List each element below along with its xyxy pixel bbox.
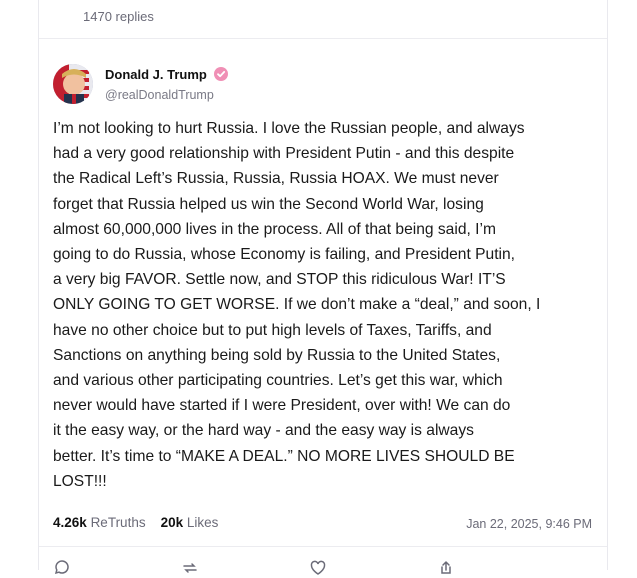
- verified-badge-icon: [214, 67, 229, 81]
- share-button[interactable]: [437, 558, 565, 578]
- retruth-button[interactable]: [181, 558, 309, 578]
- timestamp[interactable]: Jan 22, 2025, 9:46 PM: [466, 517, 592, 531]
- author-name[interactable]: Donald J. Trump: [105, 67, 229, 82]
- reply-button[interactable]: [53, 558, 181, 578]
- author-handle[interactable]: @realDonaldTrump: [105, 88, 214, 102]
- reply-icon: [54, 560, 69, 575]
- divider: [39, 38, 607, 39]
- share-icon: [441, 560, 451, 574]
- retruths-count: 4.26k: [53, 515, 87, 530]
- likes-label: Likes: [186, 515, 219, 530]
- avatar-image: [53, 64, 93, 104]
- divider: [39, 546, 607, 547]
- like-button[interactable]: [309, 558, 437, 578]
- avatar[interactable]: [53, 64, 93, 104]
- action-bar: [53, 558, 597, 578]
- engagement-stats: 4.26k ReTruths 20k Likes: [53, 515, 218, 530]
- reply-count[interactable]: 1470 replies: [83, 9, 154, 24]
- retruth-icon: [183, 563, 197, 573]
- like-icon: [310, 560, 326, 575]
- post-card: 1470 replies Donald J. Trump @realDonald…: [38, 0, 608, 575]
- likes-stat[interactable]: 20k Likes: [161, 515, 219, 530]
- likes-count: 20k: [160, 515, 184, 530]
- post-text: I’m not looking to hurt Russia. I love t…: [53, 120, 541, 490]
- retruths-stat[interactable]: 4.26k ReTruths: [53, 515, 146, 530]
- retruths-label: ReTruths: [90, 515, 146, 530]
